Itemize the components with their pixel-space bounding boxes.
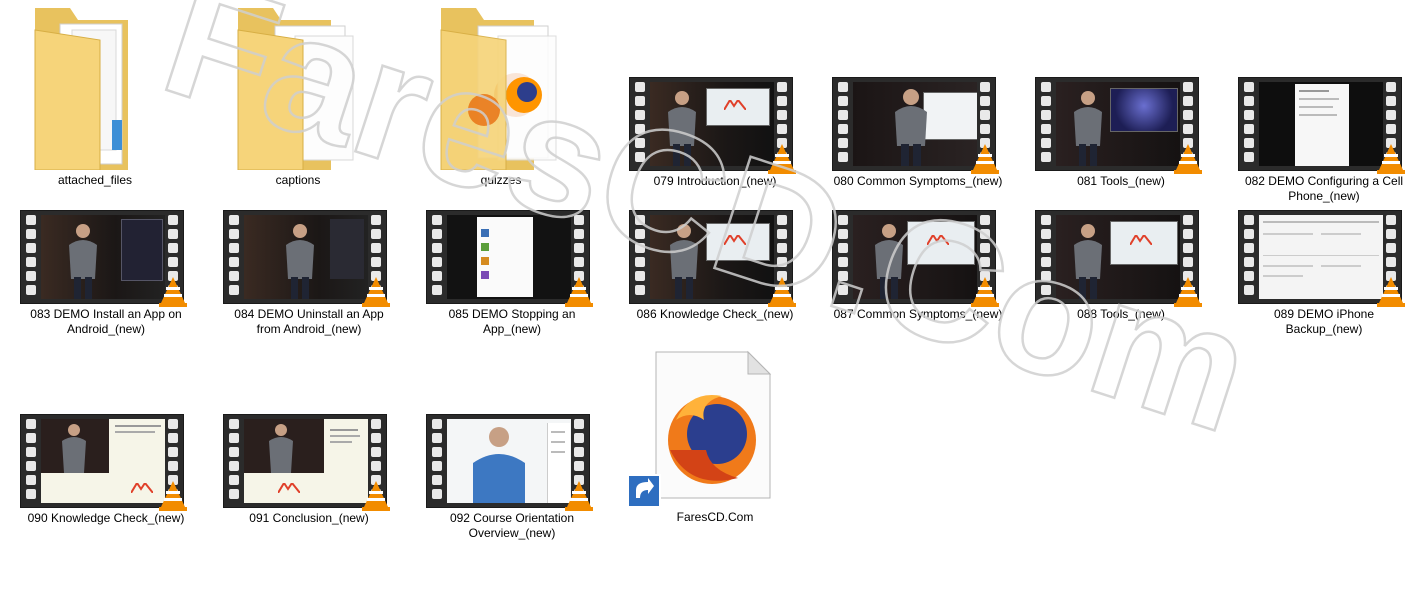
vlc-icon (362, 481, 390, 511)
item-label: FaresCD.Com (676, 510, 754, 524)
item-label: 088 Tools_(new) (1077, 307, 1165, 321)
logo-icon (927, 235, 949, 245)
vlc-icon (1377, 277, 1405, 307)
video-thumbnail (426, 414, 593, 511)
logo-icon (724, 235, 746, 245)
folder-icon (237, 8, 354, 170)
presenter-icon (1074, 224, 1102, 299)
presenter-icon (668, 91, 696, 166)
vlc-icon (768, 144, 796, 174)
video-089-demo-iphone-backup[interactable]: 089 DEMO iPhone Backup_(new) (1229, 210, 1419, 350)
video-082-demo-configuring[interactable]: 082 DEMO Configuring a Cell Phone_(new) (1229, 77, 1419, 217)
item-label: 092 Course Orientation Overview_(new) (449, 511, 575, 540)
item-label: quizzes (480, 173, 522, 187)
vlc-icon (1174, 144, 1202, 174)
video-thumbnail (426, 210, 593, 307)
video-085-demo-stopping[interactable]: 085 DEMO Stopping an App_(new) (417, 210, 607, 350)
item-label: 089 DEMO iPhone Backup_(new) (1273, 307, 1375, 336)
vlc-icon (768, 277, 796, 307)
folder-icon (440, 8, 557, 170)
video-091-conclusion[interactable]: 091 Conclusion_(new) (214, 414, 404, 554)
presenter-icon (670, 224, 698, 299)
video-086-knowledge-check[interactable]: 086 Knowledge Check_(new) (620, 210, 810, 350)
video-thumbnail (832, 77, 999, 174)
item-label: 091 Conclusion_(new) (249, 511, 369, 525)
logo-icon (278, 483, 300, 493)
vlc-icon (971, 277, 999, 307)
presenter-icon (286, 224, 314, 299)
video-thumbnail (629, 77, 796, 174)
folder-quizzes[interactable]: quizzes (406, 0, 596, 187)
vlc-icon (565, 277, 593, 307)
item-label: 082 DEMO Configuring a Cell Phone_(new) (1244, 174, 1404, 203)
video-thumbnail (20, 210, 187, 307)
video-087-common-symptoms[interactable]: 087 Common Symptoms_(new) (823, 210, 1013, 350)
video-thumbnail (832, 210, 999, 307)
logo-icon (724, 100, 746, 110)
presenter-icon (1074, 91, 1102, 166)
item-label: 085 DEMO Stopping an App_(new) (448, 307, 576, 336)
video-080-common-symptoms[interactable]: 080 Common Symptoms_(new) (823, 77, 1013, 217)
video-084-demo-uninstall[interactable]: 084 DEMO Uninstall an App from Android_(… (214, 210, 404, 350)
presenter-icon (69, 224, 97, 299)
vlc-icon (362, 277, 390, 307)
logo-icon (131, 483, 153, 493)
item-label: 090 Knowledge Check_(new) (27, 511, 185, 525)
video-thumbnail (223, 210, 390, 307)
presenter-icon (269, 424, 293, 473)
item-label: captions (275, 173, 321, 187)
video-thumbnail (20, 414, 187, 511)
logo-icon (1130, 235, 1152, 245)
video-088-tools[interactable]: 088 Tools_(new) (1026, 210, 1216, 350)
item-label: 087 Common Symptoms_(new) (833, 307, 1003, 321)
item-label: 080 Common Symptoms_(new) (833, 174, 1003, 188)
folder-attached-files[interactable]: attached_files (0, 0, 190, 187)
video-083-demo-install[interactable]: 083 DEMO Install an App on Android_(new) (11, 210, 201, 350)
firefox-document-icon (627, 350, 772, 508)
item-label: 081 Tools_(new) (1077, 174, 1165, 188)
vlc-icon (159, 277, 187, 307)
vlc-icon (1174, 277, 1202, 307)
video-thumbnail (1238, 210, 1405, 307)
item-label: attached_files (57, 173, 133, 187)
video-thumbnail (1238, 77, 1405, 174)
vlc-icon (565, 481, 593, 511)
vlc-icon (971, 144, 999, 174)
item-label: 079 Introduction_(new) (653, 174, 777, 188)
folder-captions[interactable]: captions (203, 0, 393, 187)
video-079-introduction[interactable]: 079 Introduction_(new) (620, 77, 810, 217)
vlc-icon (1377, 144, 1405, 174)
presenter-icon (895, 89, 927, 166)
item-label: 086 Knowledge Check_(new) (636, 307, 794, 321)
folder-icon (34, 8, 128, 170)
item-label: 084 DEMO Uninstall an App from Android_(… (234, 307, 384, 336)
video-thumbnail (223, 414, 390, 511)
presenter-icon (473, 427, 525, 503)
shortcut-farescd[interactable]: FaresCD.Com (620, 350, 810, 540)
vlc-icon (159, 481, 187, 511)
video-090-knowledge-check[interactable]: 090 Knowledge Check_(new) (11, 414, 201, 554)
video-092-course-orientation[interactable]: 092 Course Orientation Overview_(new) (417, 414, 607, 554)
item-label: 083 DEMO Install an App on Android_(new) (30, 307, 182, 336)
video-081-tools[interactable]: 081 Tools_(new) (1026, 77, 1216, 217)
presenter-icon (875, 224, 903, 299)
video-thumbnail (1035, 77, 1202, 174)
presenter-icon (62, 424, 86, 473)
video-thumbnail (1035, 210, 1202, 307)
video-thumbnail (629, 210, 796, 307)
